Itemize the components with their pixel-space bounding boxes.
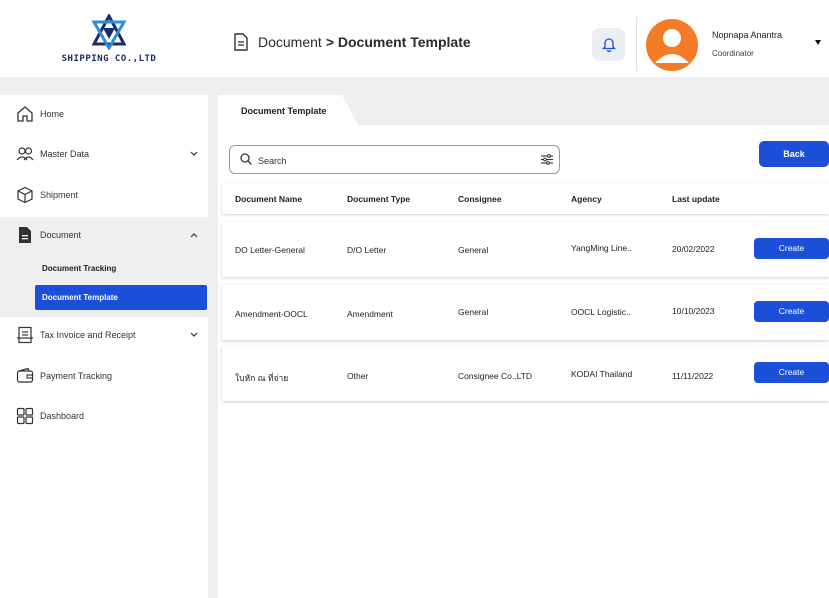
sidebar-item-master-data[interactable]: Master Data	[0, 136, 208, 172]
column-header[interactable]: Consignee	[458, 194, 501, 204]
sidebar-item-payment-tracking[interactable]: Payment Tracking	[0, 358, 208, 394]
sidebar-item-document[interactable]: Document	[0, 217, 208, 253]
header-divider	[636, 17, 637, 71]
company-name: SHIPPING CO.,LTD	[61, 54, 157, 64]
table-row[interactable]: ใบหัก ณ ที่จ่าย Other Consignee Co.,LTD …	[222, 346, 829, 401]
column-header[interactable]: Last update	[672, 194, 720, 204]
column-header[interactable]: Agency	[571, 194, 602, 204]
main-content: Document Template Search Back Document N…	[218, 95, 829, 598]
create-button[interactable]: Create	[754, 238, 829, 259]
sidebar-subitem-label: Document Template	[42, 293, 118, 302]
notification-button[interactable]	[592, 28, 625, 61]
tab-bar: Document Template	[218, 95, 829, 125]
users-icon	[16, 147, 34, 161]
cell-document-type: D/O Letter	[347, 245, 387, 255]
grid-icon	[16, 407, 34, 425]
sidebar-subitem-document-tracking[interactable]: Document Tracking	[42, 264, 116, 273]
sidebar-item-label: Shipment	[40, 190, 79, 200]
search-placeholder: Search	[258, 156, 287, 166]
breadcrumb-parent[interactable]: Document	[258, 34, 322, 50]
search-input[interactable]: Search	[229, 145, 560, 174]
sidebar-item-label: Document	[40, 230, 82, 240]
column-header[interactable]: Document Type	[347, 194, 410, 204]
back-button[interactable]: Back	[759, 141, 829, 167]
user-role: Coordinator	[712, 49, 754, 58]
cell-last-update: 10/10/2023	[672, 306, 715, 316]
top-header: SHIPPING CO.,LTD Document > Document Tem…	[0, 0, 829, 77]
sidebar-item-label: Master Data	[40, 149, 90, 159]
table-row[interactable]: Amendment-OOCL Amendment General OOCL Lo…	[222, 285, 829, 340]
document-icon	[19, 227, 31, 243]
create-button[interactable]: Create	[754, 362, 829, 383]
cell-document-name: Amendment-OOCL	[235, 309, 308, 319]
sidebar-item-label: Payment Tracking	[40, 371, 113, 381]
cell-consignee: General	[458, 245, 489, 255]
user-name: Nopnapa Anantra	[712, 30, 783, 40]
table-row[interactable]: DO Letter-General D/O Letter General Yan…	[222, 222, 829, 277]
column-header[interactable]: Document Name	[235, 194, 302, 204]
breadcrumb-separator: >	[325, 34, 334, 50]
sidebar-item-home[interactable]: Home	[0, 96, 208, 132]
tab-document-template[interactable]: Document Template	[218, 95, 358, 125]
sidebar-item-label: Home	[40, 109, 65, 119]
cell-document-name: DO Letter-General	[235, 245, 305, 255]
sidebar-divider	[208, 95, 218, 598]
wallet-icon	[16, 367, 34, 383]
chevron-down-icon[interactable]	[190, 151, 198, 157]
sidebar: Home Master Data Shipment Document Docum…	[0, 95, 208, 598]
user-menu-caret-icon[interactable]	[815, 40, 821, 45]
filter-sliders-icon[interactable]	[541, 154, 553, 165]
sidebar-item-dashboard[interactable]: Dashboard	[0, 398, 208, 434]
document-icon	[234, 33, 248, 51]
cell-last-update: 11/11/2022	[672, 371, 714, 381]
home-icon	[17, 106, 33, 122]
cell-consignee: General	[458, 307, 489, 317]
sidebar-item-label: Dashboard	[40, 411, 85, 421]
table-header: Document Name Document Type Consignee Ag…	[222, 183, 829, 214]
cell-agency: KODAI Thailand	[571, 369, 633, 379]
header-band	[0, 77, 829, 95]
receipt-icon	[17, 326, 33, 344]
star-logo-icon	[91, 14, 127, 50]
company-logo[interactable]: SHIPPING CO.,LTD	[52, 14, 166, 74]
cell-consignee: Consignee Co.,LTD	[458, 371, 533, 381]
search-icon	[240, 153, 252, 165]
cell-document-type: Other	[347, 371, 369, 381]
sidebar-item-tax-invoice[interactable]: Tax Invoice and Receipt	[0, 317, 208, 353]
bell-icon	[601, 38, 616, 52]
cell-last-update: 20/02/2022	[672, 244, 715, 254]
user-avatar-icon	[655, 29, 689, 63]
chevron-up-icon[interactable]	[190, 232, 198, 238]
cell-agency: YangMing Line..	[571, 243, 632, 253]
breadcrumb-current: Document Template	[337, 34, 471, 50]
sidebar-subitem-document-template[interactable]: Document Template	[35, 285, 207, 310]
avatar[interactable]	[646, 19, 698, 71]
sidebar-item-label: Tax Invoice and Receipt	[40, 330, 136, 340]
box-icon	[17, 186, 33, 204]
cell-document-type: Amendment	[347, 309, 393, 319]
chevron-down-icon[interactable]	[190, 332, 198, 338]
cell-agency: OOCL Logistic..	[571, 307, 631, 317]
sidebar-item-shipment[interactable]: Shipment	[0, 177, 208, 213]
cell-document-name: ใบหัก ณ ที่จ่าย	[235, 373, 289, 383]
breadcrumb: Document > Document Template	[233, 33, 471, 51]
create-button[interactable]: Create	[754, 301, 829, 322]
